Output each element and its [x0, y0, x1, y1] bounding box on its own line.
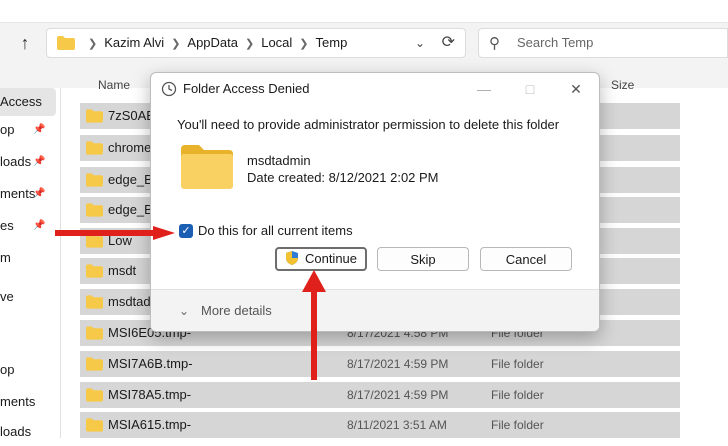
more-details-toggle[interactable]: More details — [201, 290, 272, 331]
annotation-arrow-right-icon — [55, 226, 175, 240]
column-header-size[interactable]: Size — [611, 78, 634, 92]
sidebar-item-label: op — [0, 362, 15, 377]
close-icon[interactable]: ✕ — [553, 73, 599, 105]
folder-icon — [86, 388, 103, 402]
sidebar-item-documents-2[interactable]: ments — [0, 388, 56, 416]
pin-icon: 📌 — [33, 220, 46, 231]
file-name: MSI78A5.tmp- — [108, 387, 192, 402]
item-date: Date created: 8/12/2021 2:02 PM — [247, 170, 439, 185]
dialog-title: Folder Access Denied — [183, 81, 310, 96]
sidebar-item-label: ments — [0, 186, 36, 201]
clock-icon — [161, 81, 177, 97]
dialog-titlebar[interactable]: Folder Access Denied — □ ✕ — [151, 73, 599, 105]
sidebar-item-label: op — [0, 122, 15, 137]
chevron-right-icon: ❯ — [245, 38, 255, 50]
sidebar-item-label: loads — [0, 424, 32, 439]
search-icon: ⚲ — [489, 35, 500, 52]
folder-icon — [86, 418, 103, 432]
file-name: MSIA615.tmp- — [108, 417, 192, 432]
sidebar-item-desktop-2[interactable]: op — [0, 356, 56, 384]
annotation-arrow-up-icon — [302, 270, 326, 380]
file-type: File folder — [491, 418, 544, 432]
chevron-right-icon: ❯ — [88, 38, 98, 50]
apply-all-checkbox[interactable]: ✓ — [179, 224, 193, 238]
file-row[interactable]: MSI78A5.tmp- 8/17/2021 4:59 PM File fold… — [80, 382, 680, 408]
folder-icon — [86, 326, 103, 340]
sidebar-item-label: ments — [0, 394, 36, 409]
minimize-icon[interactable]: — — [461, 73, 507, 105]
folder-icon — [86, 109, 103, 123]
breadcrumb: ❯ Kazim Alvi ❯ AppData ❯ Local ❯ Temp — [81, 29, 347, 57]
sidebar-item-label: ve — [0, 289, 14, 304]
sidebar-item-pictures[interactable]: es 📌 — [0, 212, 56, 240]
folder-icon — [57, 36, 75, 50]
pin-icon: 📌 — [33, 156, 46, 167]
folder-icon — [86, 357, 103, 371]
window-top-strip — [0, 0, 728, 23]
search-box[interactable]: ⚲ Search Temp — [478, 28, 728, 58]
address-bar[interactable]: ❯ Kazim Alvi ❯ AppData ❯ Local ❯ Temp ⌄ ⟳ — [46, 28, 466, 58]
sidebar-item-label: loads — [0, 154, 32, 169]
refresh-icon[interactable]: ⟳ — [442, 29, 455, 57]
dialog-footer: ⌄ More details — [151, 289, 599, 331]
file-type: File folder — [491, 388, 544, 402]
search-placeholder: Search Temp — [517, 35, 594, 50]
chevron-down-icon[interactable]: ⌄ — [179, 290, 189, 331]
breadcrumb-item[interactable]: Temp — [316, 35, 348, 50]
sidebar-item-quick-access[interactable]: Access — [0, 88, 56, 116]
breadcrumb-item[interactable]: Kazim Alvi — [104, 35, 164, 50]
file-name: MSI7A6B.tmp- — [108, 356, 193, 371]
chevron-down-icon[interactable]: ⌄ — [415, 29, 425, 57]
sidebar-item-downloads-2[interactable]: loads — [0, 418, 56, 446]
breadcrumb-item[interactable]: Local — [261, 35, 292, 50]
dialog-message: You'll need to provide administrator per… — [177, 117, 560, 132]
navigation-pane: Access op 📌 loads 📌 ments 📌 es 📌 m ve op men… — [0, 88, 60, 439]
folder-icon — [86, 141, 103, 155]
folder-access-denied-dialog: Folder Access Denied — □ ✕ You'll need t… — [150, 72, 600, 332]
sidebar-item-documents[interactable]: ments 📌 — [0, 180, 56, 208]
uac-shield-icon — [285, 251, 298, 265]
file-date: 8/17/2021 4:59 PM — [347, 388, 449, 402]
folder-icon — [86, 264, 103, 278]
continue-label: Continue — [304, 251, 358, 266]
pane-divider — [60, 88, 61, 438]
skip-button[interactable]: Skip — [377, 247, 469, 271]
sidebar-item-onedrive[interactable]: ve — [0, 283, 56, 311]
maximize-icon[interactable]: □ — [507, 73, 553, 105]
sidebar-item-5[interactable]: m — [0, 244, 56, 272]
apply-all-label[interactable]: Do this for all current items — [198, 223, 353, 238]
cancel-button[interactable]: Cancel — [480, 247, 572, 271]
large-folder-icon — [181, 145, 233, 189]
folder-icon — [86, 295, 103, 309]
continue-button[interactable]: Continue — [275, 247, 367, 271]
sidebar-item-desktop[interactable]: op 📌 — [0, 116, 56, 144]
chevron-right-icon: ❯ — [299, 38, 309, 50]
file-date: 8/11/2021 3:51 AM — [347, 418, 447, 432]
checkmark-icon: ✓ — [181, 225, 191, 237]
item-name: msdtadmin — [247, 153, 311, 168]
file-row[interactable]: MSIA615.tmp- 8/11/2021 3:51 AM File fold… — [80, 412, 680, 438]
folder-icon — [86, 203, 103, 217]
breadcrumb-item[interactable]: AppData — [187, 35, 238, 50]
up-arrow-icon[interactable]: ↑ — [14, 32, 36, 54]
pin-icon: 📌 — [33, 188, 46, 199]
sidebar-item-label: m — [0, 250, 11, 265]
file-type: File folder — [491, 357, 544, 371]
sidebar-item-label: es — [0, 218, 14, 233]
chevron-right-icon: ❯ — [171, 38, 181, 50]
folder-icon — [86, 173, 103, 187]
pin-icon: 📌 — [33, 124, 46, 135]
file-date: 8/17/2021 4:59 PM — [347, 357, 449, 371]
sidebar-item-downloads[interactable]: loads 📌 — [0, 148, 56, 176]
sidebar-item-label: Access — [0, 94, 42, 109]
file-row[interactable]: MSI7A6B.tmp- 8/17/2021 4:59 PM File fold… — [80, 351, 680, 377]
column-header-name[interactable]: Name — [98, 78, 130, 92]
file-name: msdt — [108, 263, 137, 278]
